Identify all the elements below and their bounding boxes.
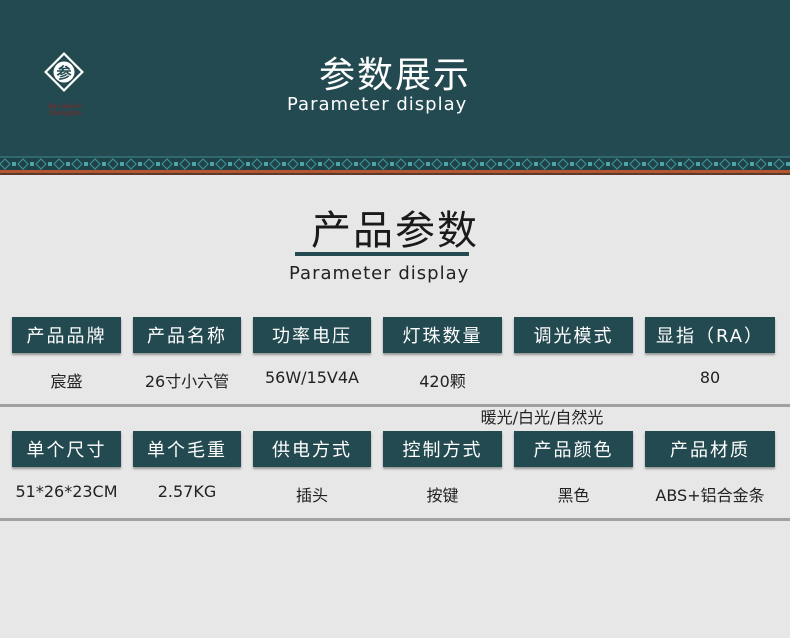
label-gross-weight: 单个毛重 <box>133 431 241 467</box>
label-led-count: 灯珠数量 <box>383 317 502 353</box>
label-dimming-mode: 调光模式 <box>514 317 633 353</box>
label-control-method: 控制方式 <box>383 431 502 467</box>
section-title: 产品参数 <box>311 208 479 254</box>
section-subtitle: Parameter display <box>289 263 470 284</box>
label-cri: 显指（RA） <box>645 317 775 353</box>
section-title-underline <box>295 252 469 256</box>
row-divider <box>0 518 790 521</box>
label-size: 单个尺寸 <box>12 431 121 467</box>
header-banner: 参 Bao Jianxin Chengdian 参数展示 Parameter d… <box>0 0 790 160</box>
label-power-supply: 供电方式 <box>253 431 371 467</box>
value-size: 51*26*23CM <box>15 482 118 501</box>
label-color: 产品颜色 <box>514 431 633 467</box>
label-material: 产品材质 <box>645 431 775 467</box>
value-power-supply: 插头 <box>295 486 328 505</box>
value-power-voltage: 56W/15V4A <box>265 368 359 387</box>
value-led-count: 420颗 <box>419 372 466 391</box>
value-material: ABS+铝合金条 <box>655 486 765 505</box>
label-power-voltage: 功率电压 <box>253 317 371 353</box>
value-cri: 80 <box>699 368 721 387</box>
value-color: 黑色 <box>557 486 590 505</box>
label-brand: 产品品牌 <box>12 317 121 353</box>
value-brand: 宸盛 <box>50 372 83 391</box>
row-divider <box>0 404 790 407</box>
value-control-method: 按键 <box>426 486 459 505</box>
value-name: 26寸小六管 <box>144 372 230 391</box>
logo-text: Bao Jianxin Chengdian <box>48 103 82 117</box>
value-gross-weight: 2.57KG <box>157 482 217 501</box>
page-subtitle: Parameter display <box>287 94 468 115</box>
label-name: 产品名称 <box>133 317 241 353</box>
value-dimming-mode: 暖光/白光/自然光 <box>480 408 604 427</box>
accent-stripe-dark <box>0 173 790 175</box>
page-title: 参数展示 <box>318 55 471 96</box>
